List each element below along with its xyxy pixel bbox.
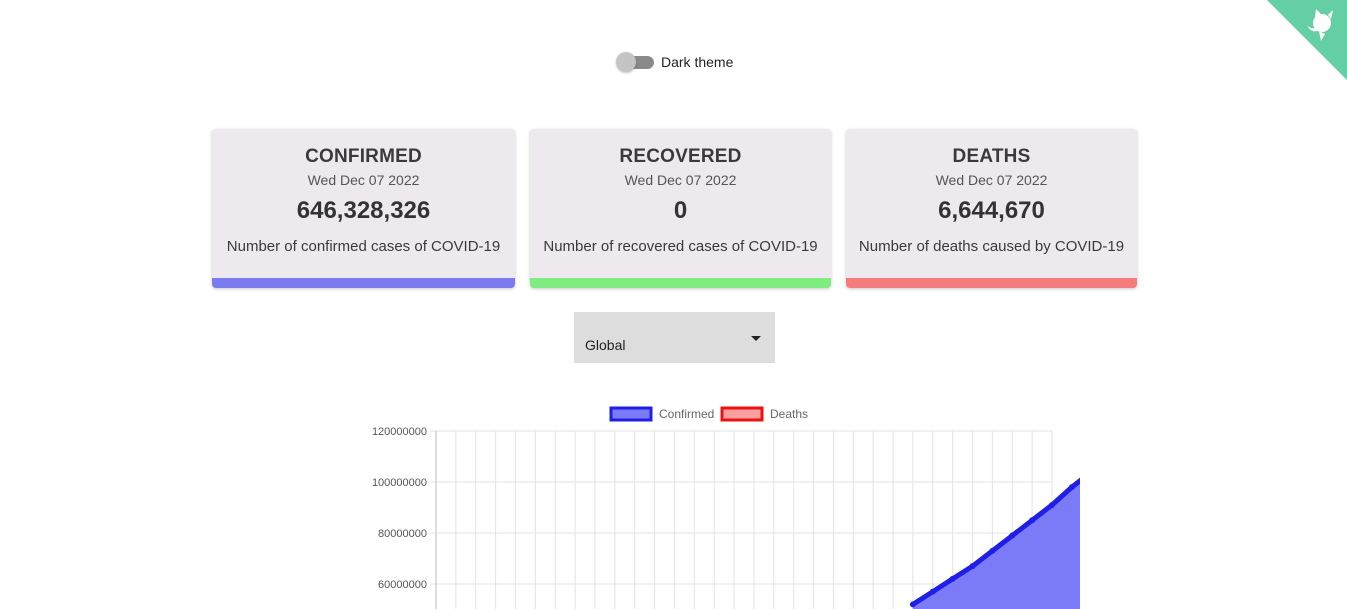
switch-knob[interactable] [616,52,636,72]
dark-theme-toggle[interactable]: Dark theme [616,52,733,72]
recovered-value: 0 [673,197,688,224]
region-select[interactable]: Global [574,312,775,363]
data-point [1049,501,1055,508]
github-corner-banner [1267,0,1347,80]
deaths-card: DEATHS Wed Dec 07 2022 6,644,670 Number … [846,129,1137,288]
legend-swatch [609,406,653,422]
y-tick-label: 80000000 [378,528,427,540]
confirmed-card: CONFIRMED Wed Dec 07 2022 646,328,326 Nu… [212,129,515,288]
deaths-value: 6,644,670 [938,197,1045,224]
recovered-title: RECOVERED [619,146,742,167]
recovered-date: Wed Dec 07 2022 [624,172,737,188]
y-tick-label: 120000000 [372,426,427,438]
data-point [949,575,956,582]
recovered-description: Number of recovered cases of COVID-19 [543,238,818,255]
data-point [969,563,976,570]
confirmed-description: Number of confirmed cases of COVID-19 [226,238,501,255]
confirmed-value: 646,328,326 [296,197,431,224]
recovered-color-bar [530,278,831,288]
deaths-title: DEATHS [952,146,1031,167]
confirmed-date: Wed Dec 07 2022 [307,172,420,188]
deaths-description: Number of deaths caused by COVID-19 [858,238,1125,255]
deaths-date: Wed Dec 07 2022 [935,172,1048,188]
data-point [929,588,936,595]
data-point [1009,532,1016,539]
region-select-value: Global [585,337,626,353]
github-corner-link[interactable] [1267,0,1347,80]
app-root: Dark theme CONFIRMED Wed Dec 07 2022 646… [0,0,1347,609]
y-tick-label: 100000000 [372,477,427,489]
confirmed-title: CONFIRMED [305,146,422,167]
chevron-down-icon[interactable] [751,336,761,341]
data-point [1029,517,1036,524]
deaths-color-bar [846,278,1137,288]
dark-theme-label: Dark theme [661,54,734,70]
data-point [989,547,996,554]
y-tick-label: 60000000 [378,579,427,591]
legend-label: Deaths [770,407,808,421]
data-point [909,601,916,608]
dark-theme-switch[interactable] [616,52,654,72]
confirmed-color-bar [212,278,515,288]
legend-swatch [720,406,764,422]
data-point [1068,484,1075,491]
cases-chart: 120000000 100000000 80000000 60000000 Confir… [372,406,1080,609]
legend-label: Confirmed [659,407,714,421]
recovered-card: RECOVERED Wed Dec 07 2022 0 Number of re… [530,129,831,288]
